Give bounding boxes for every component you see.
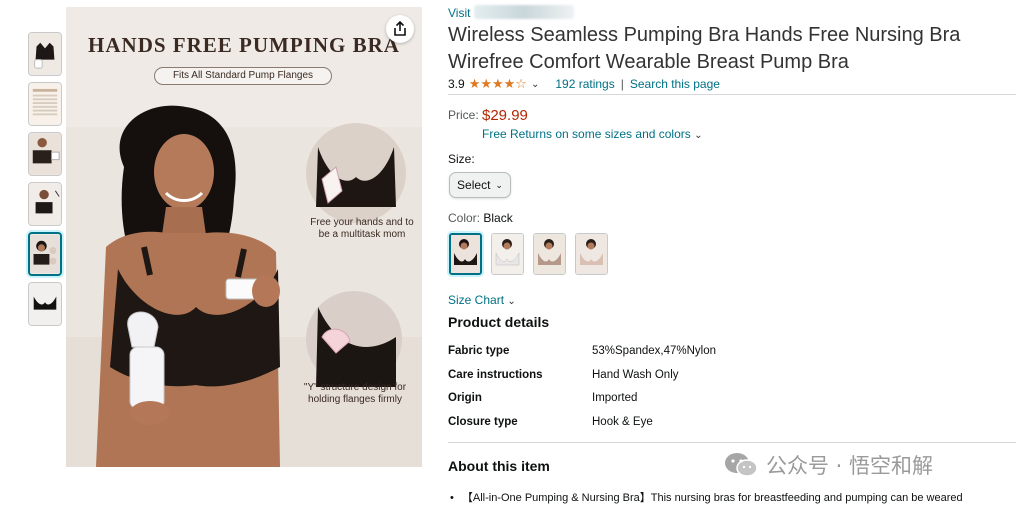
swatch-beige[interactable] [533,233,566,275]
rating-row: 3.9 ★★★★☆ ⌄ 192 ratings | Search this pa… [448,76,720,92]
size-chart-text: Size Chart [448,293,505,307]
color-label: Color: Black [448,211,513,225]
chevron-down-icon: ⌄ [694,130,703,141]
product-details-heading: Product details [448,314,550,330]
watermark-text: 公众号 · 悟空和解 [766,454,934,478]
thumbnail-2[interactable] [28,82,62,126]
free-returns-text: Free Returns on some sizes and colors [482,127,691,141]
detail-value: Hand Wash Only [592,368,679,381]
detail-row-fabric: Fabric type 53%Spandex,47%Nylon [448,345,716,369]
wechat-logo-icon [725,453,758,477]
price-label: Price: [448,108,479,122]
color-label-prefix: Color: [448,211,481,225]
detail-key: Care instructions [448,368,543,381]
main-product-image[interactable]: HANDS FREE PUMPING BRA Fits All Standard… [66,7,422,467]
divider [448,94,1016,95]
store-name-blurred [474,5,574,19]
bullet-dot: • [450,492,454,504]
thumbnail-strip [28,32,64,332]
about-bullet-1: • 【All-in-One Pumping & Nursing Bra】This … [450,489,1016,505]
detail-value: Imported [592,392,638,404]
thumbnail-5-selected[interactable] [28,232,62,276]
detail-row-care: Care instructions Hand Wash Only [448,369,716,393]
star-icon[interactable]: ★★★★☆ [469,76,527,92]
color-value: Black [483,211,513,225]
thumbnail-6[interactable] [28,282,62,326]
thumbnail-4[interactable] [28,182,62,226]
detail-key: Origin [448,392,482,404]
about-item-heading: About this item [448,458,550,474]
detail-row-closure: Closure type Hook & Eye [448,416,716,440]
image-subtitle: Fits All Standard Pump Flanges [154,67,332,85]
size-select-dropdown[interactable]: Select ⌄ [449,172,511,198]
swatch-white[interactable] [491,233,524,275]
ratings-count-link[interactable]: 192 ratings [555,77,614,91]
detail-row-origin: Origin Imported [448,392,716,416]
size-select-value: Select [457,178,491,192]
free-returns-link[interactable]: Free Returns on some sizes and colors ⌄ [482,127,703,141]
detail-key: Closure type [448,415,518,428]
watermark: 公众号 · 悟空和解 [724,450,933,480]
image-caption-multitask: Free your hands and to be a multitask mo… [310,217,414,240]
share-button[interactable] [386,15,414,43]
price-value: $29.99 [482,107,528,124]
product-title: Wireless Seamless Pumping Bra Hands Free… [448,24,961,73]
visit-store-link[interactable]: Visit [448,6,470,20]
image-title: HANDS FREE PUMPING BRA [88,33,400,57]
swatch-black[interactable] [449,233,482,275]
color-swatches [449,233,617,275]
detail-value: 53%Spandex,47%Nylon [592,345,717,357]
rating-value: 3.9 [448,77,465,91]
divider [448,442,1016,443]
thumbnail-1[interactable] [28,32,62,76]
chevron-down-icon: ⌄ [495,179,503,190]
chevron-down-icon[interactable]: ⌄ [531,79,539,90]
size-chart-link[interactable]: Size Chart ⌄ [448,293,516,307]
size-label: Size: [448,152,475,166]
product-details-table: Fabric type 53%Spandex,47%Nylon Care ins… [448,345,716,439]
detail-key: Fabric type [448,345,510,357]
image-caption-y-structure: "Y" structure design for holding flanges… [303,382,407,405]
detail-value: Hook & Eye [592,415,653,428]
share-icon [394,21,406,36]
chevron-down-icon: ⌄ [507,296,516,307]
separator: | [620,77,624,91]
search-this-page-link[interactable]: Search this page [630,77,720,91]
thumbnail-3[interactable] [28,132,62,176]
about-bullet-text: 【All-in-One Pumping & Nursing Bra】This n… [461,492,963,504]
swatch-nude[interactable] [575,233,608,275]
